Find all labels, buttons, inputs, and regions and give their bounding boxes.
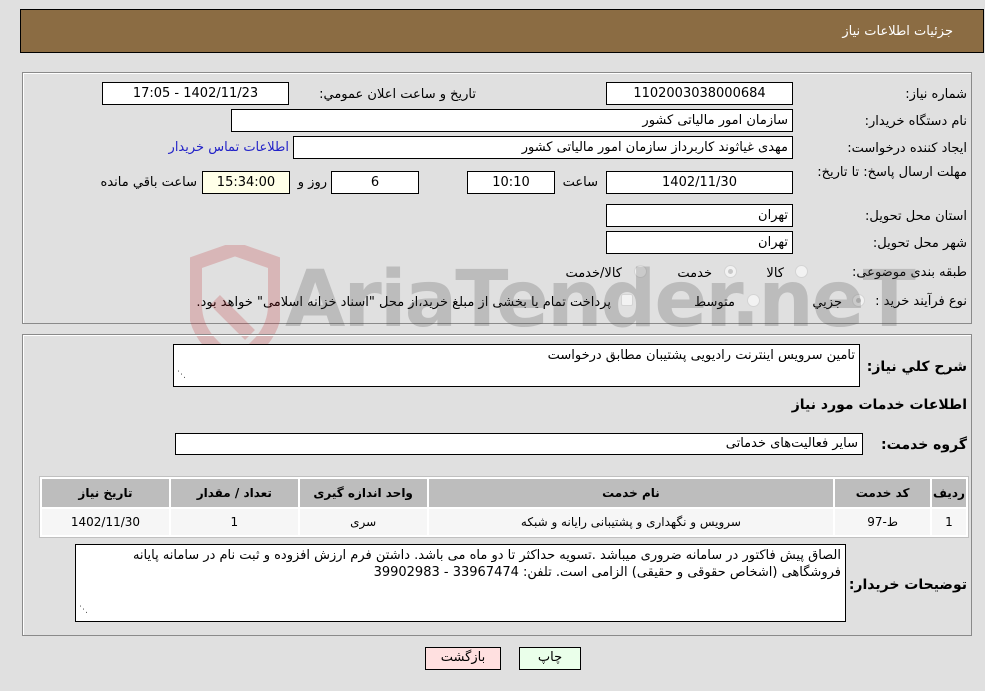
description-text: تامین سرویس اینترنت رادیویی پشتیبان مطاب… — [547, 348, 855, 363]
deadline-time-field: 10:10 — [467, 171, 555, 194]
print-button[interactable]: چاپ — [519, 647, 581, 670]
buyer-org-label: نام دستگاه خریدار: — [864, 114, 967, 129]
service-group-field: سایر فعالیت‌های خدماتی — [175, 433, 863, 455]
buyer-contact-link[interactable]: اطلاعات تماس خریدار — [169, 140, 289, 155]
table-header-row: ردیف کد خدمت نام خدمت واحد اندازه گیری ت… — [42, 479, 966, 507]
deadline-date-field: 1402/11/30 — [606, 171, 793, 194]
col-header-need-date: تاریخ نیاز — [42, 479, 169, 507]
description-label: شرح کلي نیاز: — [866, 359, 967, 375]
days-label: روز و — [297, 175, 327, 190]
services-section-title: اطلاعات خدمات مورد نیاز — [791, 397, 967, 413]
treasury-checkbox[interactable] — [621, 294, 633, 306]
deadline-time-label: ساعت — [562, 175, 598, 190]
buyer-notes-text: الصاق پیش فاکتور در سامانه ضروری میباشد … — [132, 548, 841, 580]
purchase-type-option-minor: جزیي — [812, 295, 842, 310]
announce-datetime-label: تاریخ و ساعت اعلان عمومي: — [319, 87, 476, 102]
resize-grip-icon[interactable]: ⋰ — [79, 602, 88, 619]
col-header-service-code: کد خدمت — [835, 479, 930, 507]
category-option-service: خدمت — [677, 266, 712, 281]
cell-service-name: سرویس و نگهداری و پشتیبانی رایانه و شبکه — [428, 509, 834, 535]
city-field: تهران — [606, 231, 793, 254]
province-field: تهران — [606, 204, 793, 227]
page-header: جزئیات اطلاعات نیاز — [20, 9, 984, 53]
category-label: طبقه بندی موضوعی: — [851, 265, 967, 280]
back-button[interactable]: بازگشت — [425, 647, 501, 670]
cell-unit: سری — [299, 509, 427, 535]
col-header-row-number: ردیف — [931, 479, 966, 507]
need-number-field: 1102003038000684 — [606, 82, 793, 105]
remaining-time-field: 15:34:00 — [202, 171, 290, 194]
cell-service-code: ط-97 — [835, 509, 930, 535]
need-number-label: شماره نیاز: — [905, 87, 967, 102]
requester-label: ایجاد کننده درخواست: — [847, 141, 967, 156]
category-radio-goods-service[interactable] — [634, 265, 647, 278]
cell-need-date: 1402/11/30 — [42, 509, 169, 535]
category-radio-service[interactable] — [724, 265, 737, 278]
cell-quantity: 1 — [170, 509, 298, 535]
category-option-goods-service: کالا/خدمت — [565, 266, 622, 281]
announce-datetime-field: 1402/11/23 - 17:05 — [102, 82, 289, 105]
buyer-notes-label: توضیحات خریدار: — [848, 577, 967, 593]
treasury-note: پرداخت تمام یا بخشی از مبلغ خرید،از محل … — [196, 295, 611, 310]
remaining-time-label: ساعت باقي مانده — [100, 175, 197, 190]
table-row: 1 ط-97 سرویس و نگهداری و پشتیبانی رایانه… — [42, 509, 966, 535]
description-textarea[interactable]: تامین سرویس اینترنت رادیویی پشتیبان مطاب… — [173, 344, 860, 387]
remaining-days-field: 6 — [331, 171, 419, 194]
purchase-type-option-medium: متوسط — [694, 295, 735, 310]
service-group-label: گروه خدمت: — [881, 437, 967, 453]
province-label: استان محل تحویل: — [865, 209, 967, 224]
requester-field: مهدی غیاثوند کاربرداز سازمان امور مالیات… — [293, 136, 793, 159]
category-radio-goods[interactable] — [795, 265, 808, 278]
buyer-org-field: سازمان امور مالیاتی کشور — [231, 109, 793, 132]
page-title: جزئیات اطلاعات نیاز — [842, 24, 953, 39]
purchase-type-label: نوع فرآیند خرید : — [875, 294, 967, 309]
deadline-label: مهلت ارسال پاسخ: تا تاریخ: — [817, 165, 967, 180]
col-header-service-name: نام خدمت — [428, 479, 834, 507]
col-header-unit: واحد اندازه گیری — [299, 479, 427, 507]
category-option-goods: کالا — [766, 266, 784, 281]
col-header-quantity: تعداد / مقدار — [170, 479, 298, 507]
cell-row-number: 1 — [931, 509, 966, 535]
city-label: شهر محل تحویل: — [872, 236, 967, 251]
buyer-notes-textarea[interactable]: الصاق پیش فاکتور در سامانه ضروری میباشد … — [75, 544, 846, 622]
services-table: ردیف کد خدمت نام خدمت واحد اندازه گیری ت… — [39, 476, 969, 538]
resize-grip-icon[interactable]: ⋰ — [177, 367, 186, 384]
purchase-type-radio-medium[interactable] — [747, 294, 760, 307]
purchase-type-radio-minor[interactable] — [852, 294, 865, 307]
